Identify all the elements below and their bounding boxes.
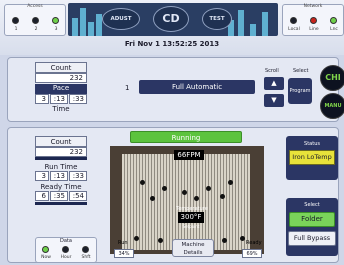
conveyor-belt <box>122 154 250 250</box>
ironer-machine-graphic: 66FPM Temperature 300°F Setpoint <box>110 146 264 254</box>
temperature-readout: 300°F <box>178 212 204 223</box>
run-pct: 34% <box>114 249 134 258</box>
ready-pct-label: Ready <box>246 240 262 246</box>
machine-details-button[interactable]: Machine Details <box>172 239 214 257</box>
speed-readout: 66FPM <box>174 150 204 160</box>
triangle-down-icon: ▼ <box>271 96 277 104</box>
data-label-hour: Hour <box>60 255 72 260</box>
run-time-label: Run Time <box>44 163 78 171</box>
network-led-local <box>290 17 297 24</box>
network-title: Network <box>303 4 323 9</box>
select-label: Select <box>293 68 309 74</box>
run-minutes: :13 <box>50 171 68 181</box>
full-bypass-button[interactable]: Full Bypass <box>288 231 336 246</box>
setpoint-label: Setpoint <box>182 224 200 229</box>
access-label-2: 2 <box>34 27 38 32</box>
mode-number: 1 <box>125 84 130 92</box>
logo-banner: ADUST CD TEST <box>68 3 278 36</box>
data-label-now: Now <box>41 255 51 260</box>
triangle-up-icon: ▲ <box>271 79 277 87</box>
scroll-down-button[interactable]: ▼ <box>264 94 284 107</box>
pace-title: Pace <box>35 84 87 94</box>
pace-widget: Pace 3 :13 :33 Time <box>35 84 87 113</box>
ready-minutes: :35 <box>50 191 68 201</box>
mode-display[interactable]: Full Automatic <box>139 80 255 94</box>
pace-seconds: :33 <box>69 94 87 104</box>
select-panel: Select Folder Full Bypass <box>286 198 338 256</box>
data-label-shift: Shft <box>81 255 91 260</box>
access-led-3 <box>52 17 59 24</box>
data-selector: Data Now Hour Shft <box>35 237 97 263</box>
run-seconds: :33 <box>69 171 87 181</box>
datetime: Fri Nov 1 13:52:25 2013 <box>124 40 220 48</box>
logo-center: CD <box>153 6 189 32</box>
ready-pct: 69% <box>242 249 262 258</box>
run-pct-label: Run <box>118 240 128 246</box>
pace-minutes: :13 <box>50 94 68 104</box>
header: Access 1 2 3 ADUST CD TEST Network Local… <box>0 0 344 55</box>
running-status: Running <box>130 131 242 143</box>
count-value: 232 <box>35 73 87 83</box>
machine-count-widget: Count 232 Run Time 3 :13 :33 Ready Time … <box>35 136 87 205</box>
select-title: Select <box>304 202 320 208</box>
time-label: Time <box>52 105 70 113</box>
status-title: Status <box>304 141 320 147</box>
access-label-3: 3 <box>54 27 58 32</box>
network-label-lnc: Lnc <box>330 27 338 32</box>
access-led-2 <box>32 17 39 24</box>
status-value: Iron LoTemp <box>289 150 335 165</box>
data-led-now[interactable] <box>42 246 49 253</box>
network-led-lnc <box>330 17 337 24</box>
scroll-label: Scroll <box>265 68 279 74</box>
manual-button[interactable]: MANU <box>320 93 344 119</box>
run-time: 3 :13 :33 <box>35 171 87 181</box>
access-indicators: Access 1 2 3 <box>4 4 66 36</box>
data-title: Data <box>60 238 72 244</box>
network-label-local: Local <box>288 27 300 32</box>
machine-count-value: 232 <box>35 147 87 157</box>
network-led-line <box>310 17 317 24</box>
count-title: Count <box>35 62 87 73</box>
logo-left: ADUST <box>102 8 140 30</box>
program-button[interactable]: Program <box>288 78 312 104</box>
access-led-1 <box>12 17 19 24</box>
pace-hours: 3 <box>35 94 49 104</box>
logo-right: TEST <box>202 8 232 30</box>
ready-hours: 6 <box>35 191 49 201</box>
ready-time: 6 :35 :54 <box>35 191 87 201</box>
run-hours: 3 <box>35 171 49 181</box>
chip-button[interactable]: CHI <box>320 65 344 91</box>
data-led-hour[interactable] <box>62 246 69 253</box>
access-label-1: 1 <box>14 27 18 32</box>
machine-count-title: Count <box>35 136 87 147</box>
program-panel: Count 232 Pace 3 :13 :33 Time 1 Full Aut… <box>7 57 344 122</box>
access-title: Access <box>27 4 43 9</box>
status-panel: Status Iron LoTemp <box>286 136 338 180</box>
network-label-line: Line <box>309 27 319 32</box>
data-led-shift[interactable] <box>82 246 89 253</box>
network-indicators: Network Local Line Lnc <box>282 4 344 36</box>
folder-button[interactable]: Folder <box>289 212 335 227</box>
ready-time-label: Ready Time <box>40 183 82 191</box>
pace-time: 3 :13 :33 <box>35 94 87 104</box>
scroll-up-button[interactable]: ▲ <box>264 77 284 90</box>
ready-seconds: :54 <box>69 191 87 201</box>
machine-panel: Count 232 Run Time 3 :13 :33 Ready Time … <box>7 127 339 263</box>
count-widget: Count 232 <box>35 62 87 83</box>
